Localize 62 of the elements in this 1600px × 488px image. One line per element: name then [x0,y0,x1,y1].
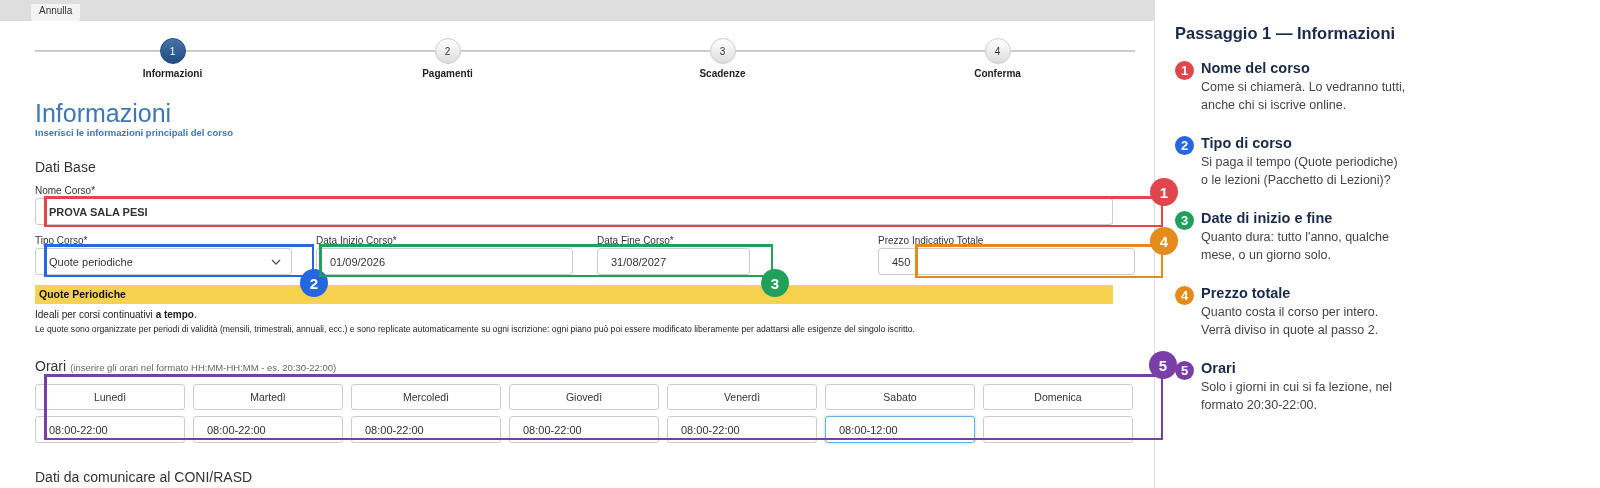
number-badge: 2 [1175,136,1194,155]
guide-item-text: Si paga il tempo (Quote periodiche) o le lezioni (Pacchetto di Lezioni)? [1201,154,1399,189]
input-field[interactable]: 08:00-22:00 [509,416,659,443]
step-circle[interactable]: 4 [984,38,1011,64]
section-title: Informazioni [35,99,173,127]
field-label: Data Inizio Corso* [316,235,398,246]
info-text: Ideali per corsi continuativi a tempo. [35,309,198,320]
guide-item-title: Date di inizio e fine [1201,210,1334,226]
input-field[interactable]: 450 [878,248,1135,275]
section-subtitle: Inserisci le informazioni principali del corso [35,127,234,138]
input-field[interactable]: 01/09/2026 [316,248,573,275]
field-label: Prezzo Indicativo Totale [878,235,985,246]
day-header: Mercoledì [351,384,501,410]
guide-item-text: Quanto costa il corso per intero. Verrà diviso in quote al passo 2. [1201,304,1380,339]
guide-item-title: Prezzo totale [1201,285,1292,301]
guide-item-title: Tipo di corso [1201,135,1293,151]
section-heading: Orari [35,358,67,374]
guide-item-text: Solo i giorni in cui si fa lezione, nel formato 20:30-22:00. [1201,379,1394,414]
input-field[interactable] [983,416,1133,443]
number-badge: 5 [1175,361,1194,380]
guide-item-text: Come si chiamerà. Lo vedranno tutti, anche chi si iscrive online. [1201,79,1406,114]
callout-badge: 4 [1150,227,1178,255]
input-field[interactable]: 31/08/2027 [597,248,750,275]
day-header: Martedì [193,384,343,410]
field-label: Tipo Corso* [35,235,89,246]
day-header: Domenica [983,384,1133,410]
guide-item-title: Orari [1201,360,1237,376]
step-label: Scadenze [699,68,746,79]
step-circle[interactable]: 1 [159,38,186,64]
input-field[interactable]: 08:00-22:00 [35,416,185,443]
section-heading: Dati Base [35,159,97,175]
callout-badge: 5 [1149,351,1177,379]
day-header: Sabato [825,384,975,410]
number-badge: 1 [1175,61,1194,80]
select-field[interactable]: Quote periodiche [35,248,292,275]
guide-item-text: Quanto dura: tutto l'anno, qualche mese, o un giorno solo. [1201,229,1390,264]
number-badge: 3 [1175,211,1194,230]
field-label: Data Fine Corso* [597,235,675,246]
guide-item-title: Nome del corso [1201,60,1311,76]
number-badge: 4 [1175,286,1194,305]
step-label: Conferma [974,68,1021,79]
input-field[interactable]: 08:00-22:00 [351,416,501,443]
input-field[interactable]: 08:00-22:00 [193,416,343,443]
field-label: Nome Corso* [35,185,97,196]
step-circle[interactable]: 3 [709,38,736,64]
section-heading: Dati da comunicare al CONI/RASD [35,469,254,485]
input-field[interactable]: PROVA SALA PESI [35,198,1113,225]
cancel-button[interactable]: Annulla [31,4,81,21]
info-text: Le quote sono organizzate per periodi di validità (mensili, trimestrali, annuali, ecc.) e sono replicate automaticamente su ogni iscrizione: ogni piano può poi essere modificato liberamente per adattarsi alle esigenze del singolo iscritto. [35,324,916,334]
input-field[interactable]: 08:00-12:00 [825,416,975,443]
callout-badge: 1 [1150,178,1178,206]
callout-badge: 3 [761,269,789,297]
format-hint: (inserire gli orari nel formato HH:MM-HH:MM - es. 20:30-22:00) [70,362,337,373]
guide-title: Passaggio 1 — Informazioni [1175,24,1397,43]
day-header: Lunedì [35,384,185,410]
input-field[interactable]: 08:00-22:00 [667,416,817,443]
step-label: Pagamenti [422,68,473,79]
day-header: Giovedì [509,384,659,410]
step-circle[interactable]: 2 [434,38,461,64]
chevron-icon [271,258,281,265]
step-label: Informazioni [142,68,203,79]
day-header: Venerdì [667,384,817,410]
